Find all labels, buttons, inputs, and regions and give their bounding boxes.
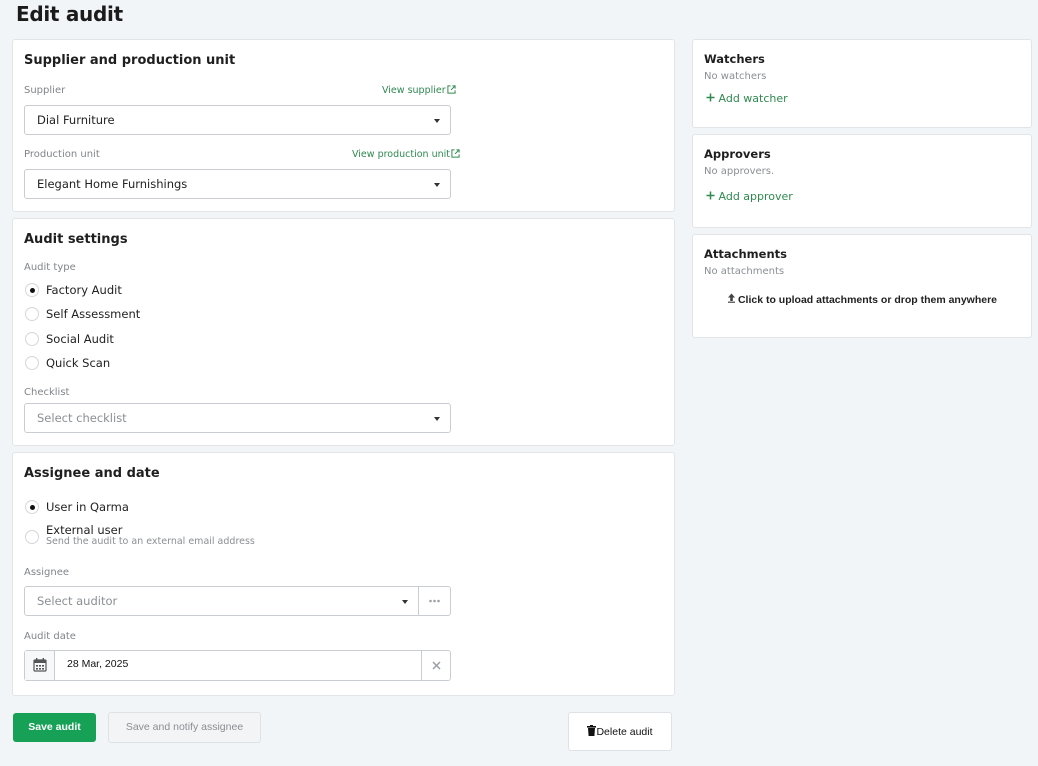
radio-button[interactable] bbox=[25, 307, 39, 321]
caret-down-icon bbox=[434, 119, 440, 123]
supplier-select-value: Dial Furniture bbox=[37, 113, 115, 127]
checklist-select[interactable]: Select checklist bbox=[24, 403, 451, 433]
audit-settings-title: Audit settings bbox=[24, 232, 128, 247]
page-title: Edit audit bbox=[16, 2, 123, 26]
add-approver-link[interactable]: Add approver bbox=[706, 190, 793, 203]
supplier-label: Supplier bbox=[24, 85, 66, 96]
more-icon bbox=[429, 599, 440, 603]
view-supplier-label: View supplier bbox=[382, 85, 446, 96]
radio-button[interactable] bbox=[25, 332, 39, 346]
save-and-notify-label: Save and notify assignee bbox=[125, 721, 244, 733]
supplier-card: Supplier and production unit Supplier Vi… bbox=[12, 39, 675, 212]
radio-button[interactable] bbox=[25, 356, 39, 370]
radio-button[interactable] bbox=[25, 500, 39, 514]
radio-label: Quick Scan bbox=[46, 356, 111, 370]
checklist-placeholder: Select checklist bbox=[37, 411, 127, 425]
calendar-icon bbox=[33, 658, 47, 672]
plus-icon bbox=[706, 93, 715, 102]
radio-button[interactable] bbox=[25, 283, 39, 297]
radio-button[interactable] bbox=[25, 530, 39, 544]
assignee-section-title: Assignee and date bbox=[24, 466, 160, 481]
caret-down-icon bbox=[402, 600, 408, 604]
approvers-empty-text: No approvers. bbox=[704, 166, 775, 177]
supplier-select[interactable]: Dial Furniture bbox=[24, 105, 451, 135]
plus-icon bbox=[706, 191, 715, 200]
add-watcher-label: Add watcher bbox=[718, 92, 788, 105]
radio-label: Self Assessment bbox=[46, 307, 141, 321]
radio-label: Social Audit bbox=[46, 332, 114, 346]
production-unit-select-value: Elegant Home Furnishings bbox=[37, 177, 188, 191]
production-unit-select[interactable]: Elegant Home Furnishings bbox=[24, 169, 451, 199]
upload-label: Click to upload attachments or drop them… bbox=[737, 294, 998, 306]
save-audit-label: Save audit bbox=[28, 721, 81, 733]
watchers-empty-text: No watchers bbox=[704, 71, 767, 82]
audit-date-field[interactable]: 28 Mar, 2025 bbox=[24, 650, 451, 681]
clear-icon bbox=[432, 661, 441, 670]
add-approver-label: Add approver bbox=[718, 190, 793, 203]
watchers-title: Watchers bbox=[704, 52, 765, 66]
external-link-icon bbox=[451, 149, 460, 158]
view-production-unit-label: View production unit bbox=[352, 149, 451, 160]
upload-dropzone[interactable]: Click to upload attachments or drop them… bbox=[693, 293, 1031, 306]
caret-down-icon bbox=[434, 417, 440, 421]
calendar-button[interactable] bbox=[25, 651, 55, 680]
assignee-placeholder: Select auditor bbox=[37, 594, 118, 608]
view-production-unit-link[interactable]: View production unit bbox=[352, 149, 460, 160]
attachments-title: Attachments bbox=[704, 247, 787, 261]
assignee-card: Assignee and date User in Qarma External… bbox=[12, 452, 675, 696]
attachments-card: Attachments No attachments Click to uplo… bbox=[692, 234, 1032, 338]
add-watcher-link[interactable]: Add watcher bbox=[706, 92, 788, 105]
assignee-select[interactable]: Select auditor bbox=[24, 586, 419, 616]
approvers-title: Approvers bbox=[704, 147, 771, 161]
supplier-section-title: Supplier and production unit bbox=[24, 53, 236, 68]
audit-type-label: Audit type bbox=[24, 262, 76, 273]
attachments-empty-text: No attachments bbox=[704, 266, 785, 277]
radio-label: Factory Audit bbox=[46, 283, 122, 297]
checklist-label: Checklist bbox=[24, 387, 70, 398]
production-unit-label: Production unit bbox=[24, 149, 100, 160]
view-supplier-link[interactable]: View supplier bbox=[382, 85, 456, 96]
radio-label: User in Qarma bbox=[46, 500, 129, 514]
assignee-label: Assignee bbox=[24, 567, 70, 578]
delete-audit-button[interactable]: Delete audit bbox=[568, 712, 672, 751]
caret-down-icon bbox=[434, 183, 440, 187]
external-link-icon bbox=[447, 85, 456, 94]
assignee-more-button[interactable] bbox=[418, 586, 451, 616]
audit-settings-card: Audit settings Audit type Factory Audit … bbox=[12, 218, 675, 446]
audit-date-value[interactable]: 28 Mar, 2025 bbox=[67, 658, 128, 670]
clear-date-button[interactable] bbox=[421, 651, 450, 680]
radio-sublabel: Send the audit to an external email addr… bbox=[46, 536, 255, 547]
delete-audit-label: Delete audit bbox=[596, 726, 653, 738]
save-and-notify-button[interactable]: Save and notify assignee bbox=[108, 712, 261, 743]
watchers-card: Watchers No watchers Add watcher bbox=[692, 39, 1032, 128]
upload-icon bbox=[727, 293, 735, 303]
save-audit-button[interactable]: Save audit bbox=[13, 713, 96, 742]
audit-date-label: Audit date bbox=[24, 631, 76, 642]
approvers-card: Approvers No approvers. Add approver bbox=[692, 134, 1032, 228]
